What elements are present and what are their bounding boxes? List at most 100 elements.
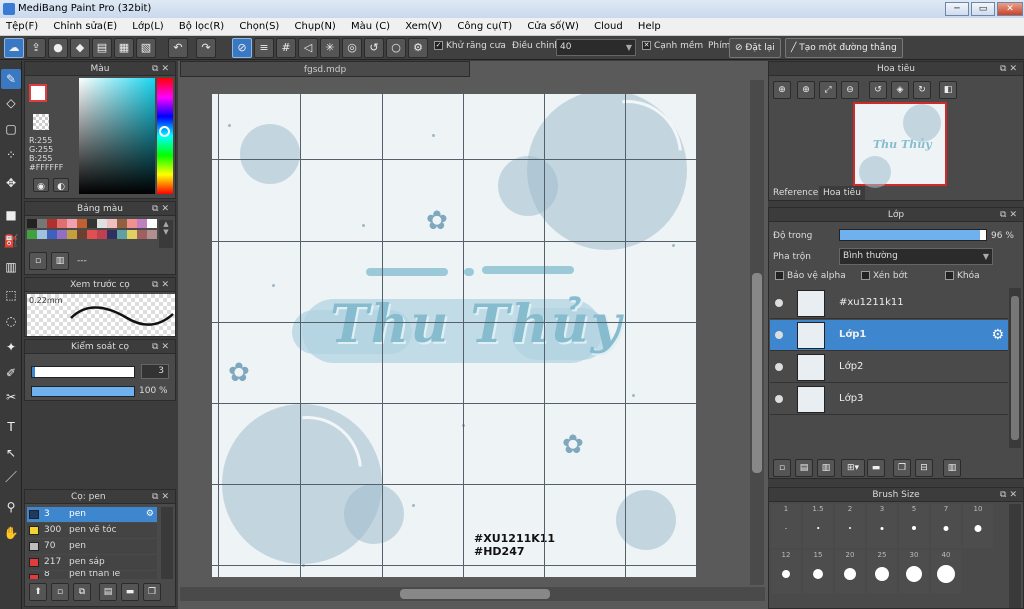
layer-row[interactable]: Lớp2 xyxy=(770,352,1008,383)
palette-swatch[interactable] xyxy=(57,230,67,239)
minimize-button[interactable]: ─ xyxy=(945,2,969,16)
brush-item[interactable]: 70 pen xyxy=(27,539,157,554)
palette-swatch[interactable] xyxy=(107,230,117,239)
add-brush-icon[interactable]: ⬆ xyxy=(29,583,47,601)
eye-icon[interactable] xyxy=(775,299,783,307)
menu-file[interactable]: Tệp(F) xyxy=(0,18,44,36)
document-tab[interactable]: fgsd.mdp xyxy=(180,61,470,77)
panel-controls-icon[interactable]: ⧉✕ xyxy=(152,62,172,76)
menu-view[interactable]: Xem(V) xyxy=(399,18,448,36)
brush-size-cell[interactable]: 40 xyxy=(931,550,961,594)
page-icon[interactable]: ▤ xyxy=(92,38,112,58)
soft-edge-checkbox[interactable]: ✕ Cạnh mềm xyxy=(642,41,703,51)
export-icon[interactable]: ⇪ xyxy=(26,38,46,58)
panel-controls-icon[interactable]: ⧉✕ xyxy=(152,202,172,216)
menu-color[interactable]: Màu (C) xyxy=(345,18,396,36)
eye-icon[interactable] xyxy=(775,395,783,403)
eyedropper-icon[interactable]: ⚲ xyxy=(1,497,21,517)
gear-icon[interactable]: ⚙ xyxy=(991,327,1004,343)
palette-swatch[interactable] xyxy=(87,219,97,228)
redo-icon[interactable]: ↷ xyxy=(196,38,216,58)
brush-size-cell[interactable]: 12 xyxy=(771,550,801,594)
panel-controls-icon[interactable]: ⧉✕ xyxy=(152,490,172,504)
palette-swatch[interactable] xyxy=(27,230,37,239)
panel-controls-icon[interactable]: ⧉✕ xyxy=(1000,488,1020,502)
snap-off-icon[interactable]: ⊘ xyxy=(232,38,252,58)
menu-cloud[interactable]: Cloud xyxy=(588,18,629,36)
new-brush-icon[interactable]: ▫ xyxy=(51,583,69,601)
panel-icon[interactable]: ▦ xyxy=(114,38,134,58)
size-slider[interactable] xyxy=(31,366,135,378)
palette-swatch[interactable] xyxy=(97,230,107,239)
panel-controls-icon[interactable]: ⧉✕ xyxy=(152,340,172,354)
cloud-icon[interactable]: ☁ xyxy=(4,38,24,58)
palette-swatch[interactable] xyxy=(117,230,127,239)
parallel-snap-icon[interactable]: ≡ xyxy=(254,38,274,58)
swap-color-button[interactable]: ◐ xyxy=(53,178,69,192)
edit-brush-icon[interactable]: ▤ xyxy=(99,583,117,601)
rect-icon[interactable]: ▢ xyxy=(1,119,21,139)
brush-size-cell[interactable]: 10 xyxy=(963,504,993,548)
folder-icon[interactable]: ▬ xyxy=(867,459,885,477)
brush-size-cell[interactable]: 20 xyxy=(835,550,865,594)
fill-rect-icon[interactable]: ■ xyxy=(1,205,21,225)
reset-button[interactable]: ⊘ Đặt lại xyxy=(729,38,781,58)
brush-size-cell[interactable]: 30 xyxy=(899,550,929,594)
brush-list-scrollbar[interactable] xyxy=(161,507,173,579)
navigator-preview[interactable]: Thu Thủy xyxy=(853,102,947,188)
palette-swatch[interactable] xyxy=(147,219,157,228)
gradient-icon[interactable]: ▥ xyxy=(1,257,21,277)
zoom-in-icon[interactable]: ⊕ xyxy=(773,81,791,99)
grid-icon[interactable]: ▧ xyxy=(136,38,156,58)
horizontal-scrollbar[interactable] xyxy=(180,587,765,601)
close-button[interactable]: ✕ xyxy=(997,2,1023,16)
ellipse-snap-icon[interactable]: ○ xyxy=(386,38,406,58)
maximize-button[interactable]: ▭ xyxy=(971,2,995,16)
layer-row[interactable]: Lớp1 ⚙ xyxy=(770,320,1008,351)
trash-icon[interactable]: ▥ xyxy=(51,252,69,270)
saturation-picker[interactable] xyxy=(79,78,155,194)
horizontal-scroll-thumb[interactable] xyxy=(400,589,550,599)
palette-swatch[interactable] xyxy=(57,219,67,228)
brush-size-cell[interactable]: 2 xyxy=(835,504,865,548)
tab-navigator[interactable]: Hoa tiêu xyxy=(819,186,865,200)
palette-swatch[interactable] xyxy=(127,219,137,228)
palette-swatch[interactable] xyxy=(137,230,147,239)
layer-scroll-thumb[interactable] xyxy=(1011,296,1019,440)
brush-size-cell[interactable]: 5 xyxy=(899,504,929,548)
menu-edit[interactable]: Chỉnh sửa(E) xyxy=(47,18,123,36)
eye-icon[interactable] xyxy=(775,363,783,371)
palette-swatches[interactable] xyxy=(27,219,157,247)
lock-checkbox[interactable]: Khóa xyxy=(945,271,980,281)
palette-swatch[interactable] xyxy=(137,219,147,228)
gear-icon[interactable]: ⚙ xyxy=(146,507,154,522)
brush-size-cell[interactable]: 7 xyxy=(931,504,961,548)
palette-swatch[interactable] xyxy=(37,219,47,228)
tab-reference[interactable]: Reference xyxy=(769,186,823,200)
vanish-snap-icon[interactable]: ◁ xyxy=(298,38,318,58)
menu-tools[interactable]: Công cụ(T) xyxy=(451,18,518,36)
duplicate-icon[interactable]: ❐ xyxy=(143,583,161,601)
vertical-scroll-thumb[interactable] xyxy=(752,273,762,473)
palette-swatch[interactable] xyxy=(117,219,127,228)
palette-swatch[interactable] xyxy=(87,230,97,239)
adjust-select[interactable]: 40 ▼ xyxy=(556,39,636,56)
curve-snap-icon[interactable]: ↺ xyxy=(364,38,384,58)
brush-size-cell[interactable]: 1.5 xyxy=(803,504,833,548)
add-layer-menu-icon[interactable]: ⊞▾ xyxy=(841,459,865,477)
folder-icon[interactable]: ▬ xyxy=(121,583,139,601)
trash-icon[interactable]: ▥ xyxy=(943,459,961,477)
layer-opacity-slider[interactable] xyxy=(839,229,987,241)
eye-icon[interactable] xyxy=(775,331,783,339)
opacity-slider[interactable] xyxy=(31,386,135,397)
artboard[interactable]: Thu Thủy ✿ ✿ ✿ #XU1211K11 #HD247 xyxy=(212,94,696,577)
menu-filter[interactable]: Bộ lọc(R) xyxy=(173,18,230,36)
merge-layer-icon[interactable]: ⊟ xyxy=(915,459,933,477)
operation-icon[interactable]: ↖ xyxy=(1,443,21,463)
radial-snap-icon[interactable]: ✳ xyxy=(320,38,340,58)
protect-alpha-checkbox[interactable]: Bảo vệ alpha xyxy=(775,271,846,281)
eyedrop-color-button[interactable]: ◉ xyxy=(33,178,49,192)
menu-select[interactable]: Chọn(S) xyxy=(233,18,285,36)
settings-snap-icon[interactable]: ⚙ xyxy=(408,38,428,58)
new-layer-icon[interactable]: ▫ xyxy=(773,459,791,477)
